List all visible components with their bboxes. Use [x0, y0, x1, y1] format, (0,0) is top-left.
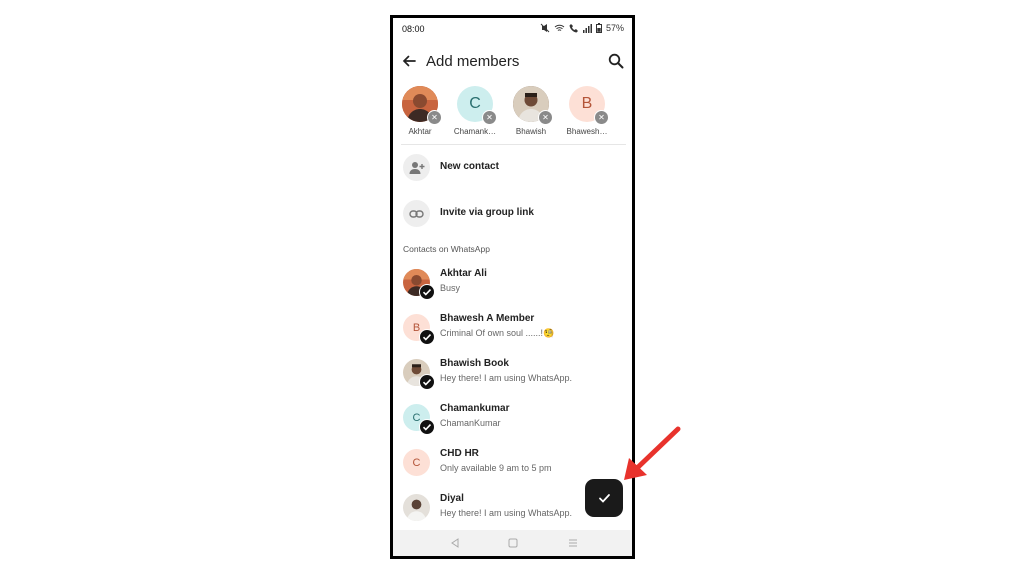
page-title: Add members — [426, 53, 520, 70]
battery-icon — [595, 23, 602, 33]
contact-status: Hey there! I am using WhatsApp. — [440, 508, 573, 518]
add-person-icon — [403, 154, 430, 181]
remove-icon[interactable]: ✕ — [538, 110, 553, 125]
avatar — [403, 494, 430, 521]
invite-link-button[interactable]: Invite via group link — [393, 196, 632, 230]
link-icon — [403, 200, 430, 227]
nav-back-icon[interactable] — [448, 536, 462, 550]
check-icon — [419, 329, 435, 345]
action-label: New contact — [440, 161, 499, 172]
wifi-icon — [554, 24, 565, 31]
status-bar: 08:00 57% — [393, 18, 632, 40]
mute-icon — [540, 23, 550, 33]
selected-name: Chamank… — [453, 127, 497, 136]
contact-name: Diyal — [440, 493, 464, 504]
system-nav-bar — [393, 530, 632, 556]
status-time: 08:00 — [402, 24, 425, 34]
person-photo-icon — [403, 494, 430, 521]
remove-icon[interactable]: ✕ — [594, 110, 609, 125]
nav-home-icon[interactable] — [506, 536, 520, 550]
selected-members: ✕ Akhtar C ✕ Chamank… ✕ Bhawish B ✕ Bhaw… — [393, 84, 632, 144]
new-contact-button[interactable]: New contact — [393, 150, 632, 184]
phone-screen: 08:00 57% Add members ✕ Akhtar C ✕ Chama… — [390, 15, 635, 559]
app-bar: Add members — [393, 48, 632, 78]
nav-menu-icon[interactable] — [566, 536, 580, 550]
remove-icon[interactable]: ✕ — [482, 110, 497, 125]
check-icon — [419, 374, 435, 390]
checkmark-icon — [599, 494, 610, 503]
selected-chip-bhawesh[interactable]: B ✕ Bhawesh… — [561, 84, 613, 142]
contact-status: Busy — [440, 283, 461, 293]
contact-name: Chamankumar — [440, 403, 510, 414]
contact-name: Bhawish Book — [440, 358, 509, 369]
selected-name: Akhtar — [408, 127, 432, 136]
contact-row[interactable]: Akhtar Ali Busy — [393, 267, 632, 309]
contact-row[interactable]: Bhawish Book Hey there! I am using Whats… — [393, 357, 632, 399]
confirm-button[interactable] — [585, 479, 623, 517]
contact-name: Akhtar Ali — [440, 268, 487, 279]
action-label: Invite via group link — [440, 207, 534, 218]
section-label: Contacts on WhatsApp — [403, 244, 490, 254]
check-icon — [419, 419, 435, 435]
avatar: C — [403, 449, 430, 476]
contact-row[interactable]: B Bhawesh A Member Criminal Of own soul … — [393, 312, 632, 354]
contact-status: ChamanKumar — [440, 418, 501, 428]
contact-name: Bhawesh A Member — [440, 313, 535, 324]
call-icon — [569, 24, 578, 33]
signal-icon — [582, 24, 592, 33]
divider — [401, 144, 626, 145]
selected-chip-chamank[interactable]: C ✕ Chamank… — [449, 84, 501, 142]
contact-name: CHD HR — [440, 448, 479, 459]
check-icon — [419, 284, 435, 300]
selected-chip-akhtar[interactable]: ✕ Akhtar — [394, 84, 446, 142]
contact-status: Only available 9 am to 5 pm — [440, 463, 552, 473]
selected-name: Bhawesh… — [566, 127, 608, 136]
remove-icon[interactable]: ✕ — [427, 110, 442, 125]
back-arrow-icon[interactable] — [399, 51, 419, 71]
status-icons: 57% — [540, 23, 624, 33]
contact-status: Criminal Of own soul ......!🧐 — [440, 328, 555, 338]
red-arrow-annotation — [624, 426, 681, 480]
selected-name: Bhawish — [515, 127, 547, 136]
search-icon[interactable] — [606, 51, 626, 71]
selected-chip-bhawish[interactable]: ✕ Bhawish — [505, 84, 557, 142]
battery-level: 57% — [605, 23, 624, 33]
contact-status: Hey there! I am using WhatsApp. — [440, 373, 573, 383]
contact-row[interactable]: C Chamankumar ChamanKumar — [393, 402, 632, 444]
